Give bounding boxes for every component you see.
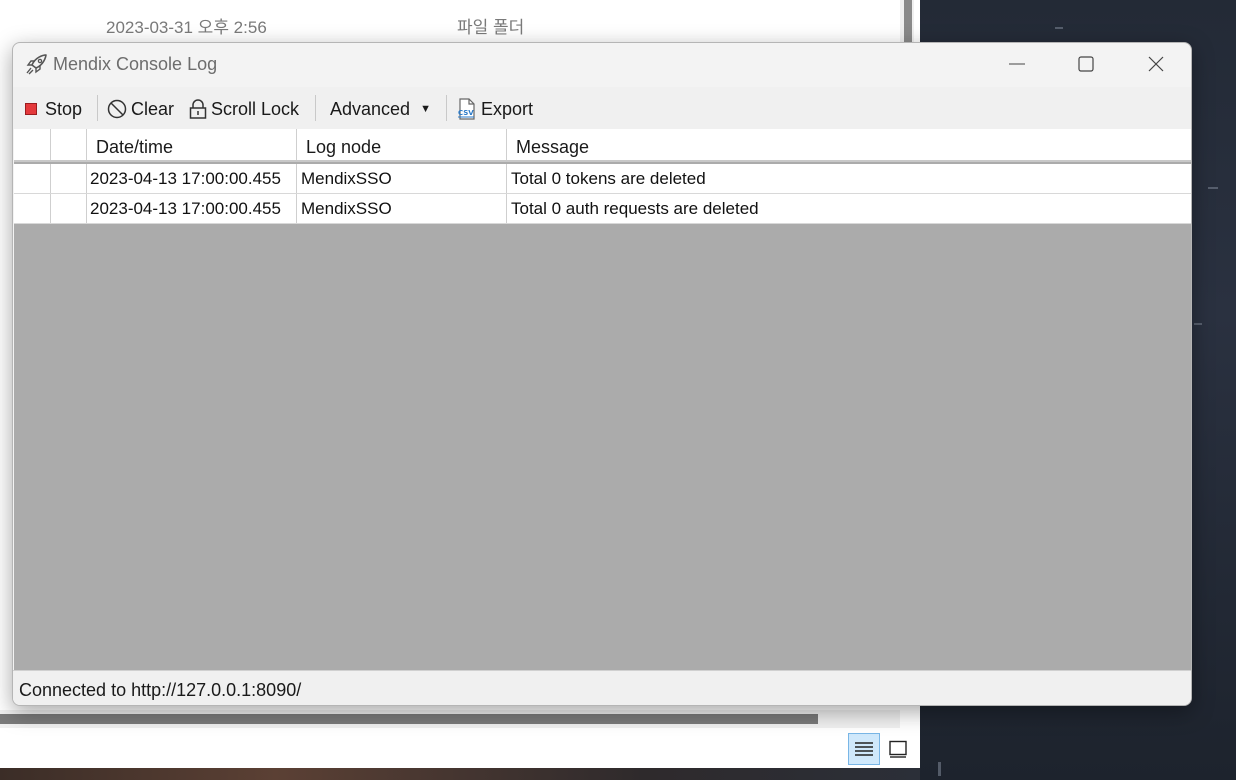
maximize-icon: [1078, 56, 1094, 72]
stop-icon: [25, 103, 37, 115]
clear-icon: [107, 99, 127, 119]
console-log-window: Mendix Console Log Stop Clear Scroll Loc…: [12, 42, 1192, 706]
datetime-value: 2023-04-13 17:00:00.455: [90, 169, 281, 188]
caret-down-icon: ▼: [420, 103, 431, 115]
lock-icon: [189, 99, 207, 119]
row-indicator-cell: [14, 164, 51, 193]
details-view-icon: [855, 742, 873, 756]
advanced-label: Advanced: [330, 98, 411, 119]
message-cell: Total 0 tokens are deleted: [507, 164, 1191, 193]
explorer-scroll-thumb[interactable]: [904, 0, 912, 44]
row-level-cell: [51, 164, 87, 193]
column-header-log-node[interactable]: Log node: [297, 129, 507, 160]
message-value: Total 0 auth requests are deleted: [511, 199, 759, 218]
desktop-detail: [1194, 323, 1202, 325]
log-node-value: MendixSSO: [301, 199, 392, 218]
toolbar-separator: [315, 95, 316, 121]
title-bar[interactable]: Mendix Console Log: [13, 43, 1191, 85]
header-indicator-column[interactable]: [14, 129, 51, 160]
message-cell: Total 0 auth requests are deleted: [507, 194, 1191, 223]
toolbar-separator: [97, 95, 98, 121]
connection-status: Connected to http://127.0.0.1:8090/: [19, 680, 302, 700]
large-icons-view-button[interactable]: [882, 733, 914, 765]
close-button[interactable]: [1122, 43, 1190, 85]
desktop-detail: [938, 762, 941, 776]
datetime-value: 2023-04-13 17:00:00.455: [90, 199, 281, 218]
svg-text:CSV: CSV: [458, 109, 474, 117]
explorer-horizontal-scroll-thumb[interactable]: [0, 714, 818, 724]
details-view-button[interactable]: [848, 733, 880, 765]
advanced-dropdown[interactable]: Advanced ▼: [330, 96, 431, 122]
column-header-label: Log node: [306, 137, 382, 157]
csv-file-icon: CSV: [457, 98, 477, 120]
scroll-lock-label: Scroll Lock: [211, 98, 300, 119]
header-level-column[interactable]: [51, 129, 87, 160]
stop-label: Stop: [45, 98, 83, 119]
explorer-row-date: 2023-03-31 오후 2:56: [106, 18, 267, 37]
minimize-button[interactable]: [983, 43, 1051, 85]
stop-button[interactable]: Stop: [25, 96, 82, 122]
close-icon: [1148, 56, 1164, 72]
clear-button[interactable]: Clear: [107, 96, 174, 122]
window-title: Mendix Console Log: [53, 54, 218, 74]
toolbar: Stop Clear Scroll Lock Advanced ▼ CSV Ex…: [13, 87, 1191, 129]
rocket-icon: [25, 53, 49, 75]
column-header-label: Date/time: [96, 137, 174, 157]
desktop-detail: [1208, 187, 1218, 189]
explorer-status-bar: [0, 728, 920, 768]
row-indicator-cell: [14, 194, 51, 223]
clear-label: Clear: [131, 98, 175, 119]
maximize-button[interactable]: [1052, 43, 1120, 85]
log-node-cell: MendixSSO: [297, 194, 507, 223]
table-row[interactable]: 2023-04-13 17:00:00.455 MendixSSO Total …: [14, 164, 1191, 194]
status-bar: Connected to http://127.0.0.1:8090/: [13, 670, 1191, 705]
datetime-cell: 2023-04-13 17:00:00.455: [87, 164, 297, 193]
explorer-row-type: 파일 폴더: [457, 18, 525, 37]
export-label: Export: [481, 98, 534, 119]
row-level-cell: [51, 194, 87, 223]
scroll-lock-button[interactable]: Scroll Lock: [189, 96, 299, 122]
datetime-cell: 2023-04-13 17:00:00.455: [87, 194, 297, 223]
log-node-value: MendixSSO: [301, 169, 392, 188]
log-grid: Date/time Log node Message 2023-04-13 17…: [14, 129, 1191, 670]
export-button[interactable]: CSV Export: [457, 96, 533, 122]
minimize-icon: [1009, 63, 1025, 65]
column-header-datetime[interactable]: Date/time: [87, 129, 297, 160]
toolbar-separator: [446, 95, 447, 121]
column-header-message[interactable]: Message: [507, 129, 1191, 160]
table-row[interactable]: 2023-04-13 17:00:00.455 MendixSSO Total …: [14, 194, 1191, 224]
grid-header-row: Date/time Log node Message: [14, 129, 1191, 162]
desktop-detail: [1055, 27, 1063, 29]
large-icons-view-icon: [889, 740, 907, 758]
column-header-label: Message: [516, 137, 590, 157]
message-value: Total 0 tokens are deleted: [511, 169, 706, 188]
log-node-cell: MendixSSO: [297, 164, 507, 193]
